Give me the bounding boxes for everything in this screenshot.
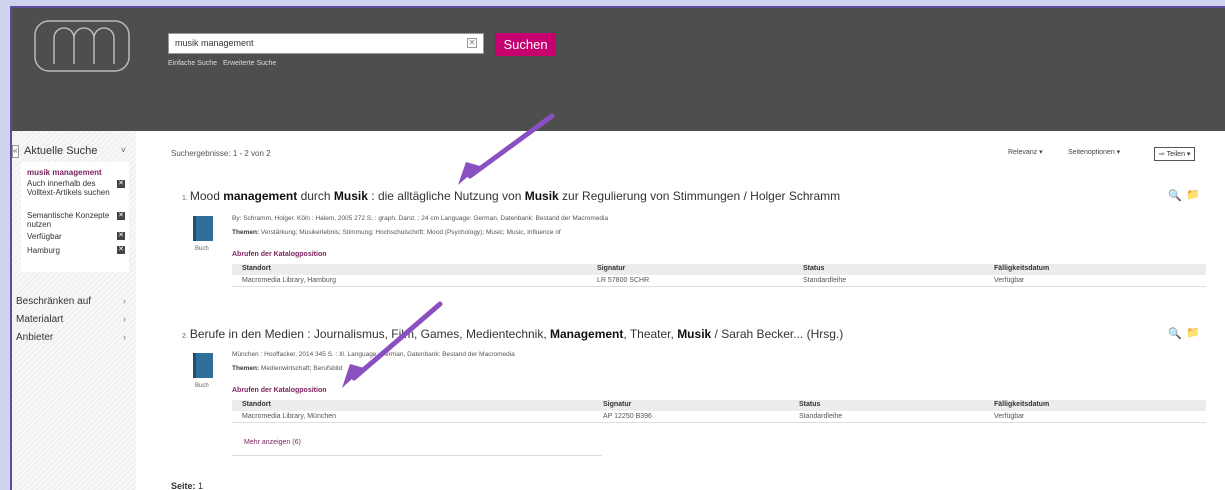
section-provider[interactable]: Anbieter xyxy=(16,332,53,343)
chevron-right-icon[interactable]: › xyxy=(123,296,126,306)
remove-filter-icon[interactable]: ✕ xyxy=(117,246,125,254)
table-cell: Macromedia Library, Hamburg xyxy=(242,277,337,284)
result-title[interactable]: 2. Berufe in den Medien : Journalismus, F… xyxy=(182,327,843,341)
result-number: 2. xyxy=(182,333,188,340)
remove-filter-icon[interactable]: ✕ xyxy=(117,232,125,240)
column-header: Standort xyxy=(242,265,271,272)
table-cell: Macromedia Library, München xyxy=(242,413,337,420)
advanced-search-link[interactable]: Erweiterte Suche xyxy=(223,60,276,67)
title-highlight: Musik xyxy=(677,327,712,341)
active-search-term: musik management xyxy=(27,168,102,177)
column-header: Status xyxy=(803,265,825,272)
themes-value: Medienwirtschaft; Berufsbild xyxy=(259,365,343,372)
chevron-right-icon[interactable]: › xyxy=(123,332,126,342)
column-header: Signatur xyxy=(597,265,626,272)
table-row: Macromedia Library, Hamburg LR 57800 SCH… xyxy=(232,276,1206,287)
search-mode-links: Einfache Suche Erweiterte Suche xyxy=(168,60,280,67)
collapse-sidebar-icon[interactable]: « xyxy=(12,145,19,158)
table-cell: Verfügbar xyxy=(994,413,1025,420)
simple-search-link[interactable]: Einfache Suche xyxy=(168,60,217,67)
annotation-arrow xyxy=(458,113,555,185)
title-highlight: Musik xyxy=(333,189,368,203)
search-button[interactable]: Suchen xyxy=(495,33,556,56)
search-input-value: musik management xyxy=(175,38,254,48)
sidebar: « Aktuelle Suche ˅ musik management Auch… xyxy=(12,131,136,490)
logo[interactable] xyxy=(34,20,130,72)
column-header: Fälligkeitsdatum xyxy=(994,265,1050,272)
folder-icon[interactable]: 📁 xyxy=(1186,188,1200,201)
format-label: Buch xyxy=(195,246,209,252)
page-options-dropdown[interactable]: Seitenoptionen ▾ xyxy=(1068,148,1120,156)
retrieve-catalog-link[interactable]: Abrufen der Katalogposition xyxy=(232,251,327,258)
pagination: Seite: 1 xyxy=(171,481,203,490)
remove-filter-icon[interactable]: ✕ xyxy=(117,180,125,188)
page-number[interactable]: 1 xyxy=(198,481,203,490)
chevron-down-icon[interactable]: ˅ xyxy=(121,145,126,155)
header: musik management ✕ Suchen Einfache Suche… xyxy=(12,8,1225,131)
divider xyxy=(232,455,602,456)
result-themes: Themen: Verstärkung; Musikerlebnis; Stim… xyxy=(232,229,561,236)
table-cell: AP 12250 B396 xyxy=(603,413,652,420)
column-header: Status xyxy=(799,401,821,408)
preview-icon[interactable]: 🔍 xyxy=(1168,189,1182,202)
result-themes: Themen: Medienwirtschaft; Berufsbild xyxy=(232,365,342,372)
filter-fulltext: Auch innerhalb des Volltext-Artikels suc… xyxy=(27,179,110,197)
result-byline: By: Schramm, Holger. Köln : Halem, 2005 … xyxy=(232,215,609,222)
table-cell: Standardleihe xyxy=(799,413,843,420)
column-header: Signatur xyxy=(603,401,632,408)
current-search-panel: musik management Auch innerhalb des Voll… xyxy=(21,162,129,272)
table-cell: Verfügbar xyxy=(994,277,1025,284)
section-limit-to[interactable]: Beschränken auf xyxy=(16,296,91,307)
folder-icon[interactable]: 📁 xyxy=(1186,326,1200,339)
results-area: Suchergebnisse: 1 - 2 von 2 Relevanz ▾ S… xyxy=(136,131,1225,490)
title-part: : die alltägliche Nutzung von xyxy=(367,189,525,203)
app-frame: musik management ✕ Suchen Einfache Suche… xyxy=(10,6,1225,490)
table-cell: Standardleihe xyxy=(803,277,847,284)
result-title[interactable]: 1. Mood management durch Musik : die allt… xyxy=(182,189,840,203)
column-header: Standort xyxy=(242,401,271,408)
filter-semantic: Semantische Konzepte nutzen xyxy=(27,211,110,229)
sort-dropdown[interactable]: Relevanz ▾ xyxy=(1008,148,1043,156)
retrieve-catalog-link[interactable]: Abrufen der Katalogposition xyxy=(232,387,327,394)
section-material-type[interactable]: Materialart xyxy=(16,314,63,325)
remove-filter-icon[interactable]: ✕ xyxy=(117,212,125,220)
title-highlight: Management xyxy=(550,327,624,341)
table-cell: LR 57800 SCHR xyxy=(597,277,650,284)
format-label: Buch xyxy=(195,383,209,389)
title-part: durch xyxy=(297,189,334,203)
current-search-heading[interactable]: Aktuelle Suche xyxy=(24,145,97,157)
title-part: Mood xyxy=(189,189,224,203)
title-part: zur Regulierung von Stimmungen / Holger … xyxy=(558,189,841,203)
column-header: Fälligkeitsdatum xyxy=(994,401,1050,408)
filter-hamburg: Hamburg xyxy=(27,246,60,255)
themes-value: Verstärkung; Musikerlebnis; Stimmung; Ho… xyxy=(259,229,561,236)
page-label: Seite: xyxy=(171,481,196,490)
title-highlight: management xyxy=(223,189,298,203)
book-icon xyxy=(193,353,213,378)
preview-icon[interactable]: 🔍 xyxy=(1168,327,1182,340)
title-part: / Sarah Becker... (Hrsg.) xyxy=(711,327,844,341)
result-number: 1. xyxy=(182,195,188,202)
title-highlight: Musik xyxy=(524,189,559,203)
result-count: Suchergebnisse: 1 - 2 von 2 xyxy=(171,149,271,158)
book-icon xyxy=(193,216,213,241)
filter-available: Verfügbar xyxy=(27,232,62,241)
search-input[interactable]: musik management ✕ xyxy=(168,33,484,54)
share-button[interactable]: ⇨ Teilen ▾ xyxy=(1154,147,1196,161)
themes-label: Themen: xyxy=(232,229,260,236)
title-part: , Theater, xyxy=(623,327,678,341)
table-header: Standort Signatur Status Fälligkeitsdatu… xyxy=(232,264,1206,275)
table-header: Standort Signatur Status Fälligkeitsdatu… xyxy=(232,400,1206,411)
clear-search-icon[interactable]: ✕ xyxy=(467,38,477,48)
annotation-arrow xyxy=(342,301,443,388)
themes-label: Themen: xyxy=(232,365,260,372)
show-more-link[interactable]: Mehr anzeigen (6) xyxy=(244,439,301,446)
chevron-right-icon[interactable]: › xyxy=(123,314,126,324)
table-row: Macromedia Library, München AP 12250 B39… xyxy=(232,412,1206,423)
